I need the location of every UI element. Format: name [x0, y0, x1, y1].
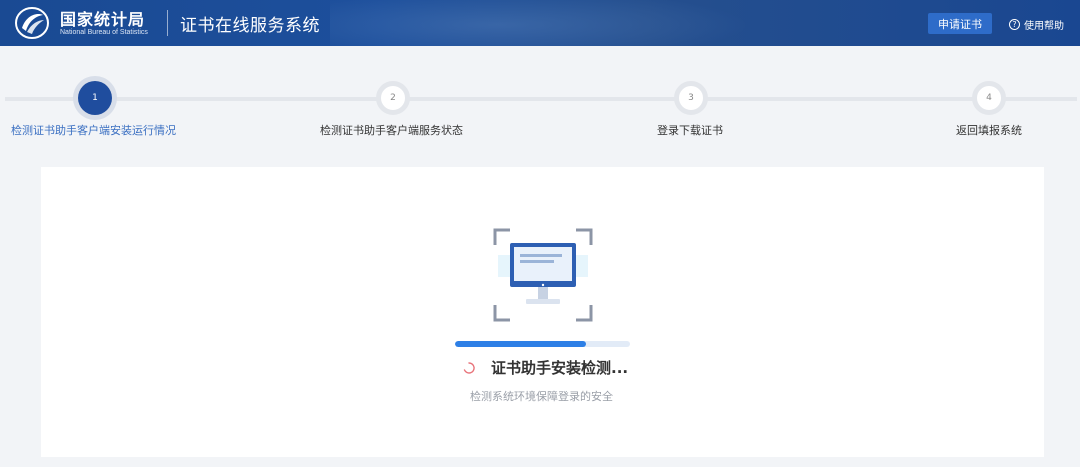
header-divider	[167, 10, 168, 36]
step-2-label: 检测证书助手客户端服务状态	[320, 124, 463, 137]
step-3-number: 3	[688, 93, 694, 103]
step-2-number: 2	[390, 93, 396, 103]
monitor-scan-icon	[493, 228, 593, 322]
detection-progress-fill	[455, 341, 587, 347]
top-header: 国家统计局 National Bureau of Statistics 证书在线…	[0, 0, 1080, 46]
step-3-circle: 3	[674, 81, 708, 115]
help-link[interactable]: ? 使用帮助	[1009, 15, 1064, 33]
stepper-track	[5, 97, 1077, 101]
step-1-number: 1	[92, 93, 98, 103]
nbs-logo-icon[interactable]	[14, 6, 50, 40]
loading-spinner-icon	[463, 362, 475, 374]
detection-progress-bar	[455, 341, 630, 347]
brand-name-en: National Bureau of Statistics	[60, 29, 148, 36]
step-2-circle: 2	[376, 81, 410, 115]
detection-status-title: 证书助手安装检测...	[491, 359, 629, 377]
brand-name-cn: 国家统计局	[60, 10, 146, 29]
system-title: 证书在线服务系统	[180, 16, 320, 36]
apply-certificate-button[interactable]: 申请证书	[928, 13, 992, 34]
step-3-label: 登录下载证书	[657, 124, 723, 137]
header-map-decoration	[330, 0, 750, 46]
step-4-number: 4	[986, 93, 992, 103]
help-label: 使用帮助	[1024, 20, 1064, 32]
step-4-circle: 4	[972, 81, 1006, 115]
detection-card: 证书助手安装检测... 检测系统环境保障登录的安全	[41, 167, 1044, 457]
step-1-circle: 1	[78, 81, 112, 115]
detection-status-subtitle: 检测系统环境保障登录的安全	[470, 390, 613, 403]
step-1-label: 检测证书助手客户端安装运行情况	[11, 124, 176, 137]
step-4-label: 返回填报系统	[956, 124, 1022, 137]
help-question-icon: ?	[1009, 18, 1020, 30]
